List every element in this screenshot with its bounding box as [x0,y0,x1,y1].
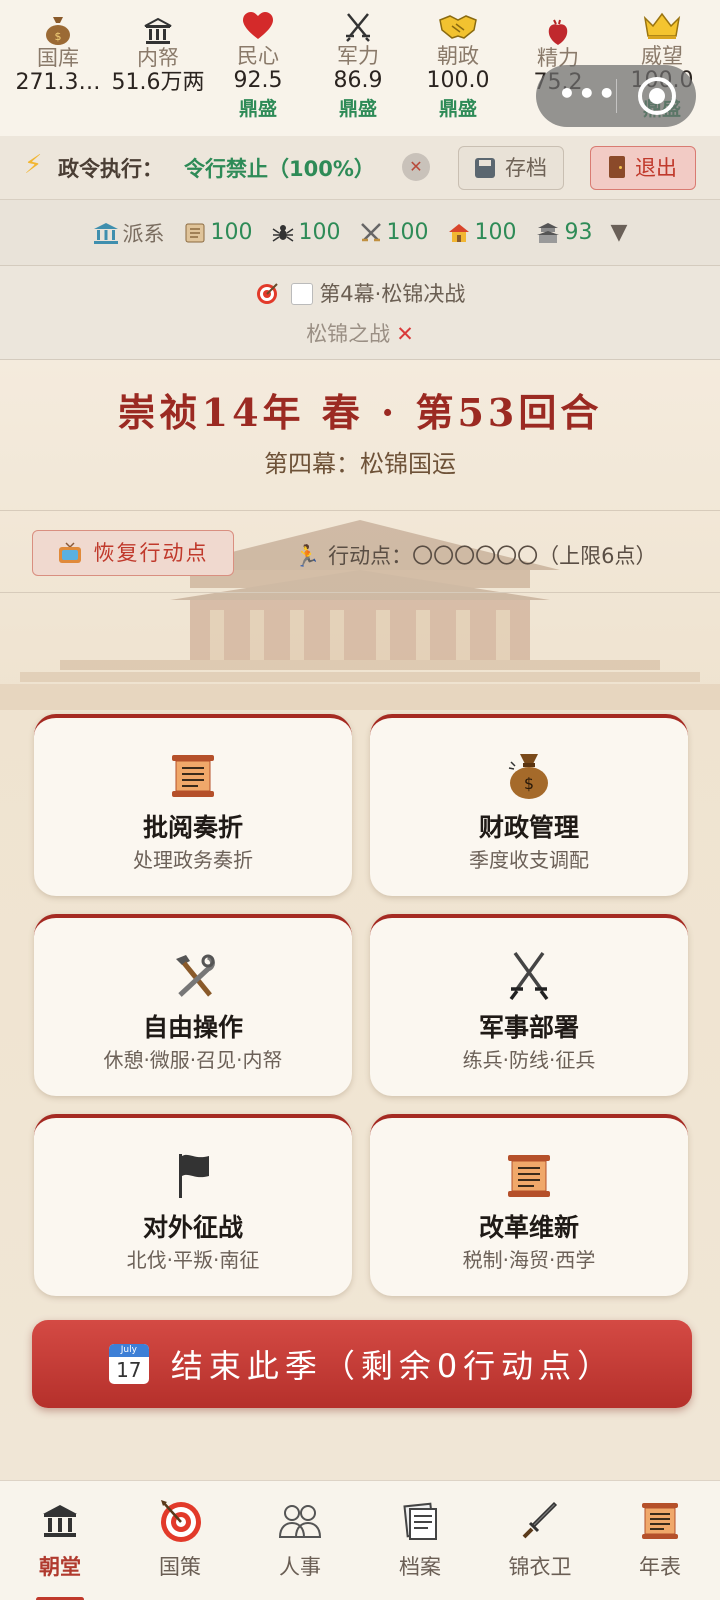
black-flag-icon [34,1148,352,1204]
card-review-memorials[interactable]: 批阅奏折 处理政务奏折 [34,714,352,896]
stat-privy-purse[interactable]: 内帑 51.6万两 [108,12,208,96]
capsule-divider [616,79,617,113]
temple-icon [536,222,559,243]
handshake-icon [408,12,508,44]
decree-value: 令行禁止（100%） [184,157,375,181]
card-finance-management[interactable]: $ 财政管理 季度收支调配 [370,714,688,896]
dagger-icon [480,1497,600,1545]
nav-tab-policy[interactable]: 国策 [120,1497,240,1581]
nav-tab-archives[interactable]: 档案 [360,1497,480,1581]
nav-tab-embroidered-guard[interactable]: 锦衣卫 [480,1497,600,1581]
battle-line: 松锦之战 ✕ [306,322,414,346]
svg-text:$: $ [55,30,62,43]
decree-label: 政令执行： [58,157,163,181]
money-bag-icon: $ [370,748,688,804]
divider [0,592,720,593]
palace-background-image [0,520,720,710]
stat-treasury[interactable]: $ 国库 271.3… [8,12,108,96]
main-court-panel: 崇祯14年 春 · 第53回合 第四幕：松锦国运 恢复行动点 🏃 行动点：〇〇〇〇… [0,360,720,1480]
classical-building-icon [0,1497,120,1545]
documents-icon [360,1497,480,1545]
chapter-subtitle: 第四幕：松锦国运 [264,450,456,478]
stats-bar: $ 国库 271.3… 内帑 51.6万两 民心 92.5 鼎盛 军力 86.9… [0,0,720,136]
restore-action-points-button[interactable]: 恢复行动点 [32,530,234,576]
card-military-deployment[interactable]: 军事部署 练兵·防线·征兵 [370,914,688,1096]
stat-military[interactable]: 军力 86.9 鼎盛 [308,12,408,124]
target-icon [120,1497,240,1545]
cross-mark-icon: ✕ [396,322,414,346]
anatomical-heart-icon [508,12,608,46]
nav-tab-personnel[interactable]: 人事 [240,1497,360,1581]
faction-civil: 100 [183,220,253,245]
stat-governance[interactable]: 朝政 100.0 鼎盛 [408,12,508,124]
card-reform[interactable]: 改革维新 税制·海贸·西学 [370,1114,688,1296]
act-checkbox[interactable] [291,283,314,305]
bottom-nav: 朝堂 国策 人事 档案 锦衣卫 年表 [0,1480,720,1600]
target-icon [256,283,278,304]
faction-military: 100 [359,220,429,245]
close-miniprogram-icon[interactable] [638,77,676,115]
hammer-wrench-icon [34,948,352,1004]
crossed-swords-icon [360,222,381,241]
divider [0,510,720,511]
scroll-icon [34,748,352,804]
house-icon [448,223,469,242]
card-foreign-campaigns[interactable]: 对外征战 北伐·平叛·南征 [34,1114,352,1296]
more-options-icon[interactable]: ••• [558,77,618,110]
calendar-icon [108,1344,149,1384]
era-title: 崇祯14年 春 · 第53回合 [117,390,603,435]
scroll-icon [370,1148,688,1204]
faction-eunuch: 100 [271,220,341,245]
scroll-icon [185,223,205,242]
act-title-line: 第4幕·松锦决战 [0,278,720,308]
svg-text:$: $ [524,774,534,793]
crown-icon [610,12,714,44]
treasury-building-icon [108,12,208,46]
lightning-icon: ⚡ [24,150,43,180]
door-icon [609,156,625,178]
expand-arrow-icon[interactable]: ▼ [611,220,628,245]
stat-popular-support[interactable]: 民心 92.5 鼎盛 [208,12,308,124]
faction-imperial: 93 [535,220,593,245]
miniprogram-capsule[interactable]: ••• [536,65,696,127]
tv-icon [58,542,81,563]
faction-building-icon [93,222,118,244]
crossed-swords-icon [308,12,408,44]
crossed-swords-icon [370,948,688,1004]
exit-button[interactable]: 退出 [590,146,696,190]
people-icon [240,1497,360,1545]
scroll-icon [600,1497,720,1545]
faction-gentry: 100 [447,220,517,245]
decree-bar: ⚡ 政令执行： 令行禁止（100%） ✕ 存档 退出 [0,136,720,200]
nav-tab-court[interactable]: 朝堂 [0,1497,120,1600]
faction-title: 派系 [93,218,165,248]
act-bar[interactable]: 第4幕·松锦决战 松锦之战 ✕ [0,266,720,360]
floppy-disk-icon [475,158,495,178]
end-season-button[interactable]: 结束此季（剩余0行动点） [32,1320,692,1408]
heart-icon [208,12,308,44]
action-points-display: 🏃 行动点：〇〇〇〇〇〇（上限6点） [294,544,657,568]
save-button[interactable]: 存档 [458,146,564,190]
faction-bar[interactable]: 派系 100 100 100 100 93 ▼ [0,200,720,266]
card-free-actions[interactable]: 自由操作 休憩·微服·召见·内帑 [34,914,352,1096]
spider-icon [272,224,293,242]
money-bag-icon: $ [8,12,108,46]
mute-icon[interactable]: ✕ [402,153,430,181]
nav-tab-chronicle[interactable]: 年表 [600,1497,720,1581]
running-person-icon: 🏃 [294,544,321,568]
